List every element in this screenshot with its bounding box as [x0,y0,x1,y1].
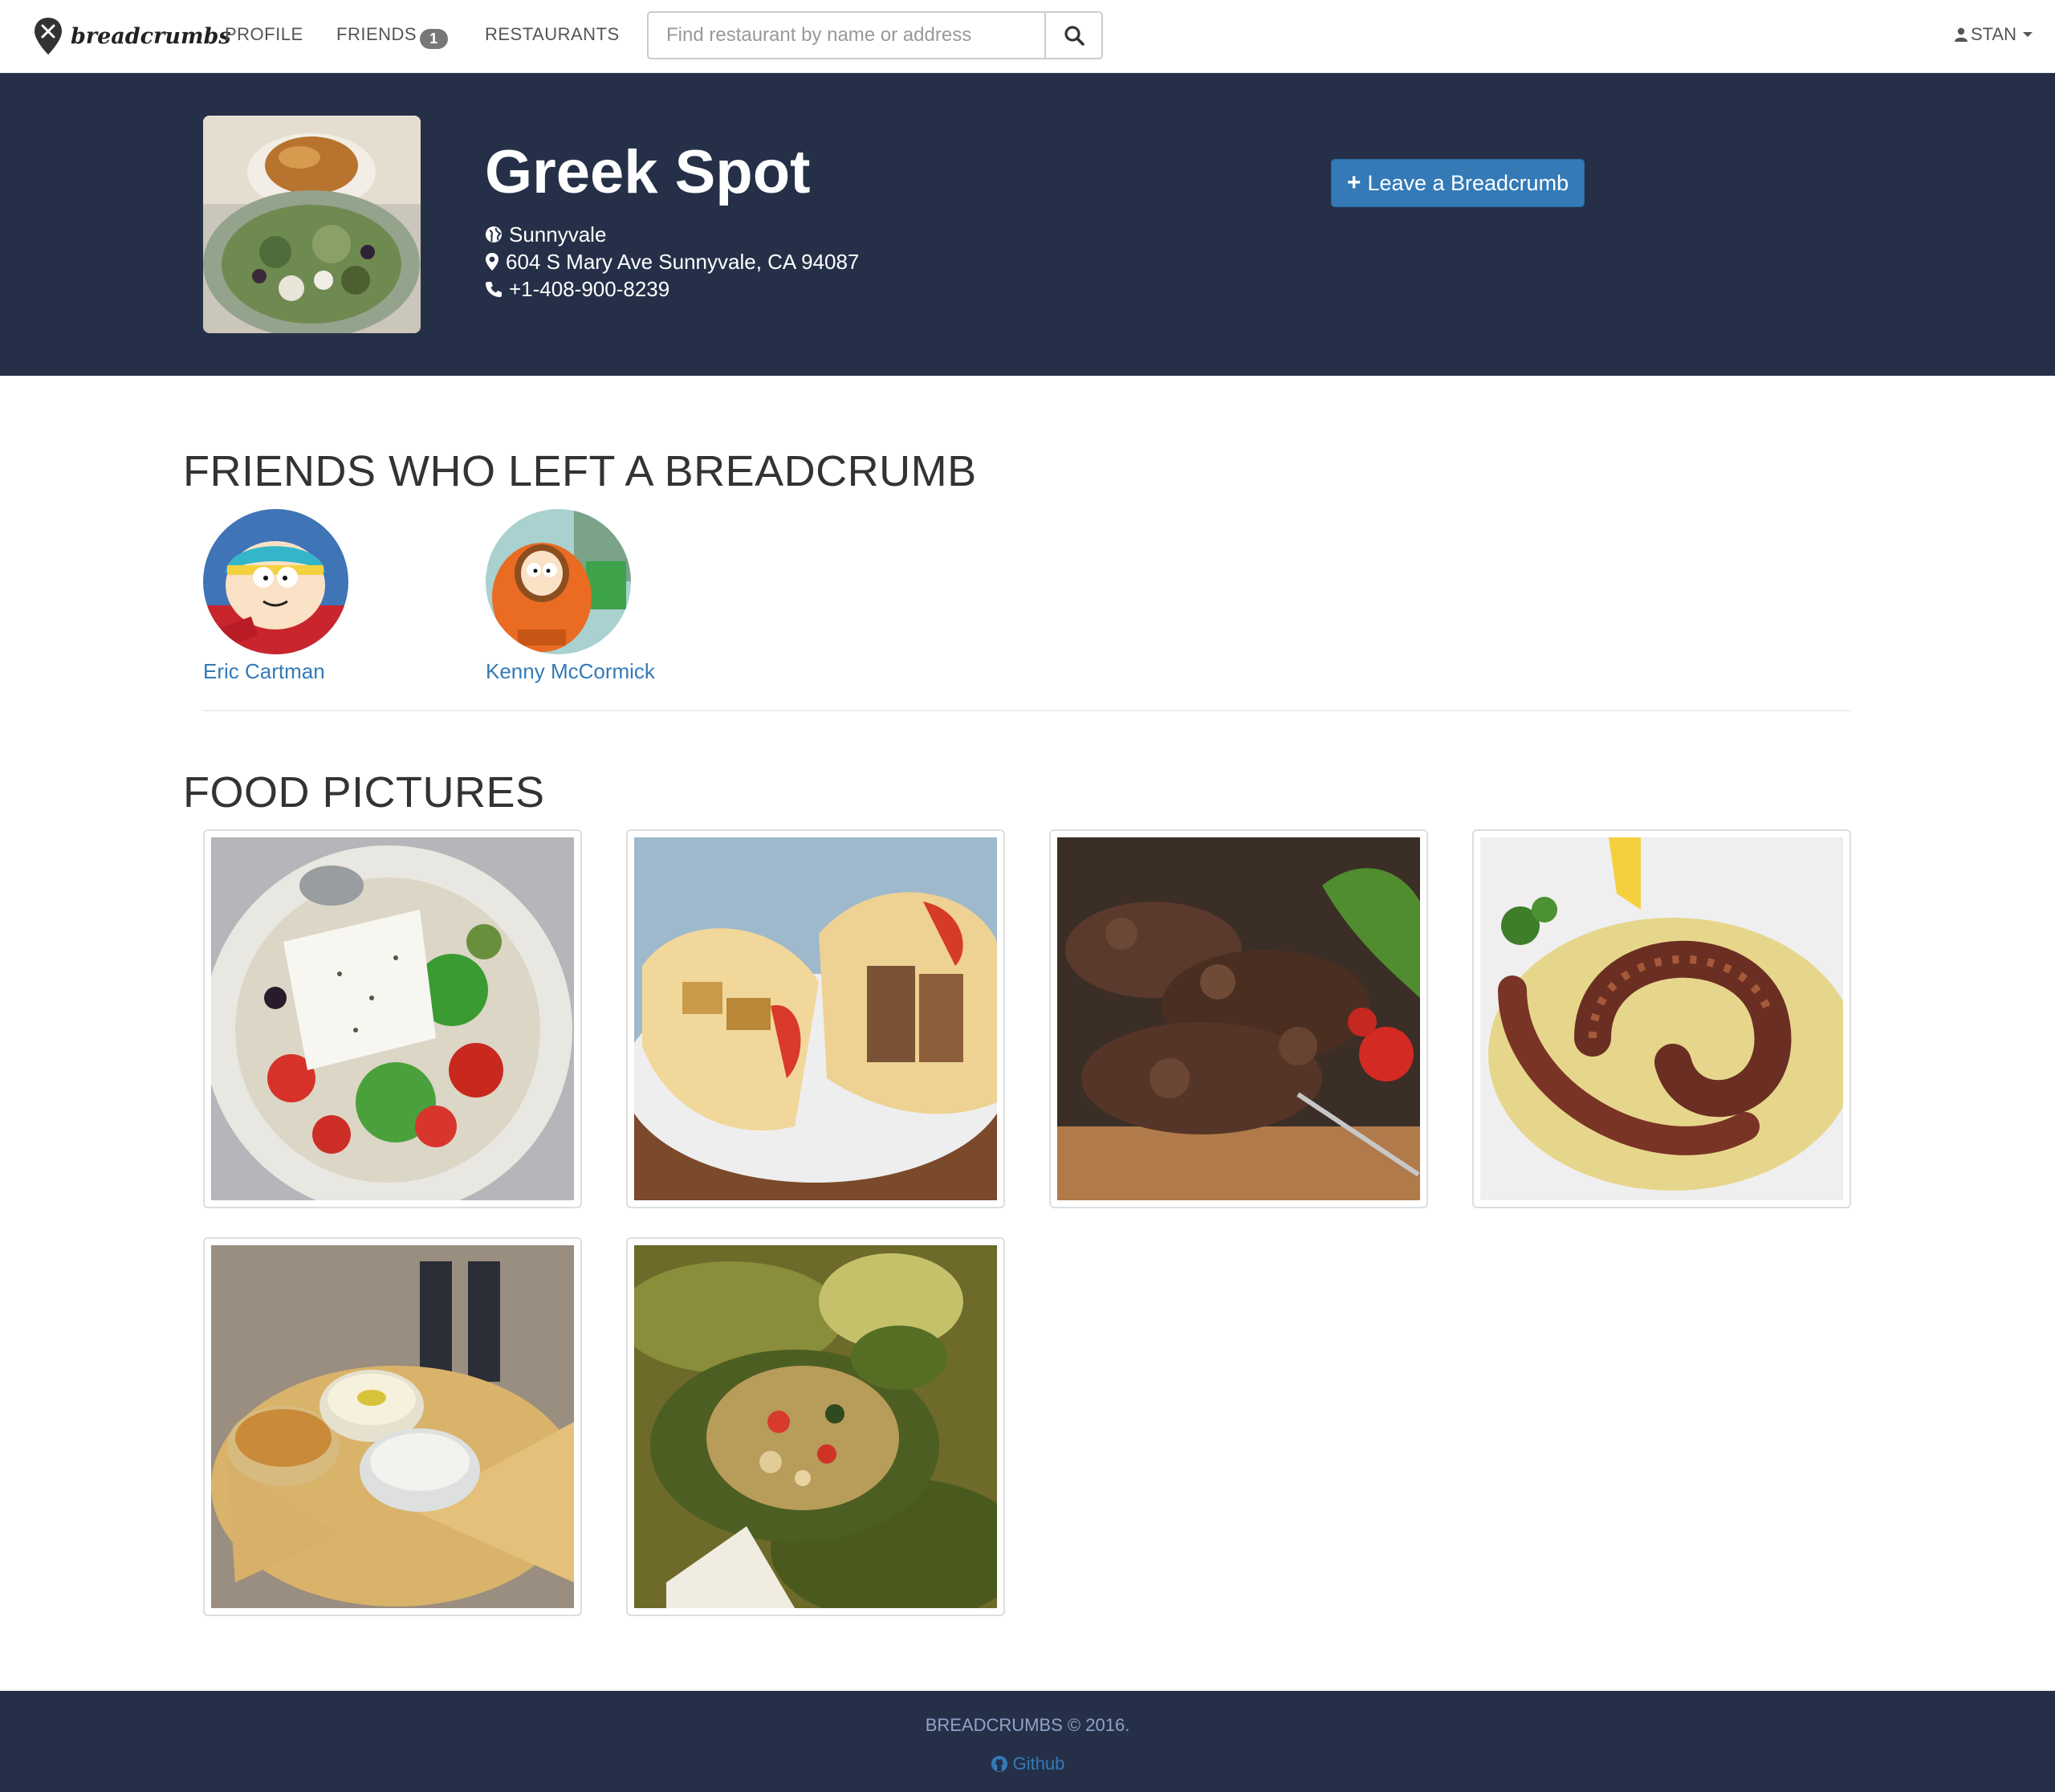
restaurant-photo [203,116,421,333]
user-menu-dropdown[interactable]: STAN [1954,24,2033,45]
nav-friends[interactable]: FRIENDS 1 [336,24,448,49]
user-icon [1954,27,1968,42]
nav-friends-label: FRIENDS [336,24,417,44]
user-name: STAN [1970,24,2016,44]
navbar: breadcrumbs PROFILE FRIENDS 1 RESTAURANTS… [0,0,2055,73]
github-label: Github [1012,1753,1065,1774]
map-marker-icon [486,253,498,271]
avatar[interactable] [486,509,631,654]
friend-card: Eric Cartman [203,509,348,684]
brand-name: breadcrumbs [71,23,231,49]
food-section-title: FOOD PICTURES [183,768,545,817]
github-link[interactable]: Github [0,1753,2055,1774]
map-pin-logo-icon [35,18,62,55]
phone-row: +1-408-900-8239 [485,275,859,303]
search-icon [1064,26,1084,46]
food-picture-souvlaki-skewers[interactable] [1049,829,1428,1208]
city-row: Sunnyvale [485,221,859,248]
restaurant-header: Greek Spot Sunnyvale 604 S Mary Ave Sunn… [0,73,2055,376]
section-divider [203,710,1851,711]
address-row: 604 S Mary Ave Sunnyvale, CA 94087 [485,248,859,275]
plus-icon: + [1346,169,1361,196]
footer: BREADCRUMBS © 2016. Github [0,1691,2055,1792]
food-picture-pita-dips[interactable] [203,1237,582,1616]
avatar[interactable] [203,509,348,654]
search-input[interactable] [647,11,1044,59]
search-button[interactable] [1044,11,1103,59]
search-form [647,11,1103,59]
food-picture-gyros[interactable] [626,829,1005,1208]
friend-name-link[interactable]: Eric Cartman [203,659,348,684]
friends-section-title: FRIENDS WHO LEFT A BREADCRUMB [183,447,977,495]
github-icon [991,1756,1007,1772]
restaurant-city: Sunnyvale [509,222,607,246]
nav-profile[interactable]: PROFILE [225,24,303,45]
leave-breadcrumb-label: Leave a Breadcrumb [1367,170,1569,195]
friend-name-link[interactable]: Kenny McCormick [486,659,655,684]
restaurant-phone: +1-408-900-8239 [509,277,670,301]
restaurant-name: Greek Spot [485,138,811,206]
chevron-down-icon [2023,32,2033,37]
leave-breadcrumb-button[interactable]: + Leave a Breadcrumb [1331,159,1585,207]
friend-card: Kenny McCormick [486,509,655,684]
food-picture-grilled-octopus[interactable] [1472,829,1851,1208]
footer-copyright: BREADCRUMBS © 2016. [925,1715,1130,1735]
food-picture-greek-salad[interactable] [203,829,582,1208]
restaurant-details: Sunnyvale 604 S Mary Ave Sunnyvale, CA 9… [485,221,859,303]
food-picture-dolmades[interactable] [626,1237,1005,1616]
brand-logo[interactable]: breadcrumbs [34,16,231,56]
globe-icon [486,226,502,242]
restaurant-address: 604 S Mary Ave Sunnyvale, CA 94087 [506,250,860,274]
friends-count-badge: 1 [420,29,448,49]
phone-icon [486,282,502,297]
nav-restaurants[interactable]: RESTAURANTS [485,24,620,45]
